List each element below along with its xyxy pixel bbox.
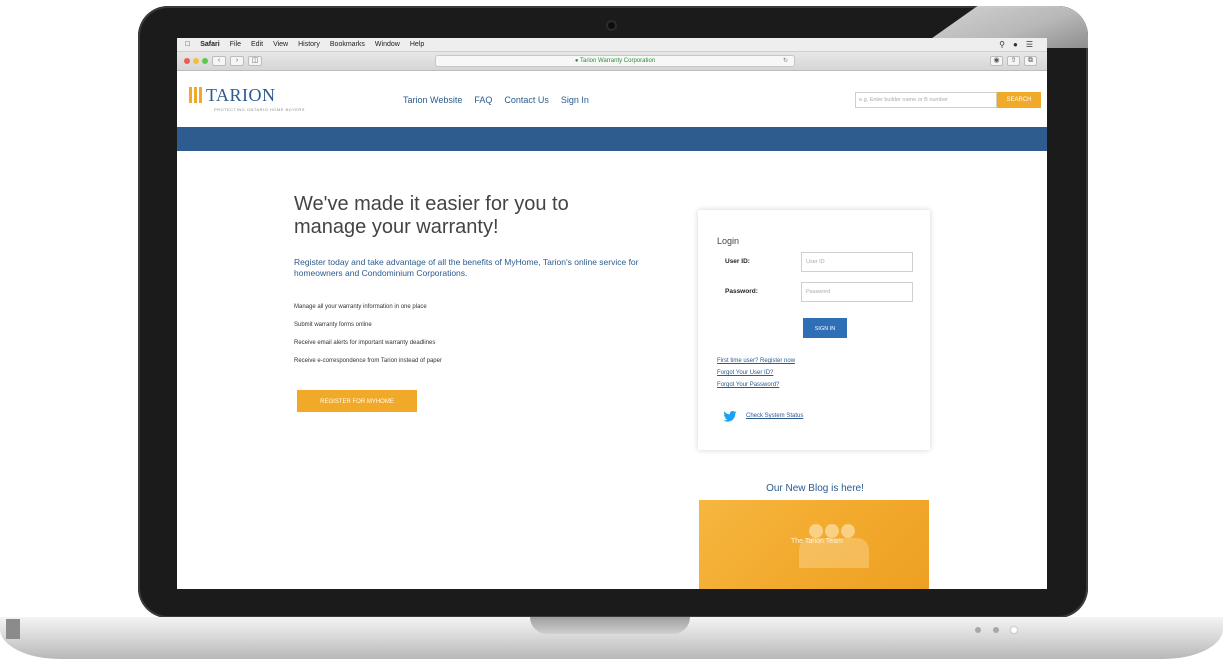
intro-text: Register today and take advantage of all… (294, 257, 639, 278)
logo-tagline: PROTECTING ONTARIO HOME BUYERS (214, 107, 305, 112)
menu-edit[interactable]: Edit (251, 41, 263, 48)
toolbar-right-buttons: ◉ ⇧ ⧉ (990, 56, 1037, 66)
search-button[interactable]: SEARCH (997, 92, 1041, 108)
apple-icon[interactable]:  (185, 41, 190, 48)
user-id-input[interactable]: User ID (801, 252, 913, 272)
page-headline: We've made it easier for you to manage y… (294, 193, 569, 238)
address-text: Tarion Warranty Corporation (580, 58, 656, 64)
blog-image-caption: The Tarion Team (791, 538, 843, 545)
user-id-label: User ID: (725, 258, 750, 265)
nav-tarion-website[interactable]: Tarion Website (403, 95, 462, 105)
minimize-window-button[interactable] (193, 58, 199, 64)
laptop-lid:  Safari File Edit View History Bookmark… (138, 6, 1088, 618)
tarion-logo[interactable]: TARION PROTECTING ONTARIO HOME BUYERS (189, 85, 304, 112)
login-title: Login (717, 236, 740, 246)
header-blue-band (177, 127, 1047, 151)
site-header: TARION PROTECTING ONTARIO HOME BUYERS Ta… (177, 71, 1047, 127)
blog-title: Our New Blog is here! (766, 483, 864, 494)
zoom-window-button[interactable] (202, 58, 208, 64)
builder-search-input[interactable]: e.g. Enter builder name or B number (855, 92, 997, 108)
benefits-list: Manage all your warranty information in … (294, 302, 442, 374)
benefit-item: Receive email alerts for important warra… (294, 340, 436, 346)
reload-icon[interactable]: ↻ (783, 56, 788, 67)
status-leds (975, 627, 1017, 633)
logo-bars-icon (189, 87, 202, 103)
menu-history[interactable]: History (298, 41, 320, 48)
screen:  Safari File Edit View History Bookmark… (177, 38, 1047, 589)
menubar-status-icons: ⚲ ● ☰ (999, 40, 1047, 49)
forgot-password-link[interactable]: Forgot Your Password? (717, 379, 795, 391)
blog-image[interactable]: The Tarion Team (699, 500, 929, 589)
nav-contact-us[interactable]: Contact Us (504, 95, 549, 105)
close-window-button[interactable] (184, 58, 190, 64)
window-controls (184, 58, 208, 64)
webcam (608, 22, 615, 29)
browser-toolbar: ‹ › ◫ ● Tarion Warranty Corporation ↻ ◉ … (177, 52, 1047, 71)
nav-sign-in[interactable]: Sign In (561, 95, 589, 105)
sign-in-button[interactable]: SIGN IN (803, 318, 847, 338)
benefit-item: Submit warranty forms online (294, 322, 372, 328)
check-system-status-link[interactable]: Check System Status (746, 413, 803, 419)
login-card: Login User ID: User ID Password: Passwor… (698, 210, 930, 450)
nav-faq[interactable]: FAQ (474, 95, 492, 105)
blog-image-faces (809, 524, 855, 538)
menu-help[interactable]: Help (410, 41, 424, 48)
notification-center-icon[interactable]: ☰ (1026, 40, 1033, 49)
main-nav: Tarion Website FAQ Contact Us Sign In (403, 95, 589, 105)
menu-bookmarks[interactable]: Bookmarks (330, 41, 365, 48)
extension-icon[interactable]: ◉ (990, 56, 1003, 66)
laptop-base (0, 617, 1223, 659)
back-button[interactable]: ‹ (212, 56, 226, 66)
password-input[interactable]: Password (801, 282, 913, 302)
spotlight-icon[interactable]: ⚲ (999, 40, 1005, 49)
twitter-icon[interactable] (723, 411, 737, 422)
menu-file[interactable]: File (230, 41, 241, 48)
register-button[interactable]: REGISTER FOR MYHOME (297, 390, 417, 412)
login-links: First time user? Register now Forgot You… (717, 355, 795, 391)
base-opening-notch (530, 617, 690, 634)
menu-window[interactable]: Window (375, 41, 400, 48)
sidebar-toggle-button[interactable]: ◫ (248, 56, 262, 66)
address-bar[interactable]: ● Tarion Warranty Corporation ↻ (435, 55, 795, 67)
tabs-icon[interactable]: ⧉ (1024, 56, 1037, 66)
mac-menu-bar:  Safari File Edit View History Bookmark… (177, 38, 1047, 52)
menu-view[interactable]: View (273, 41, 288, 48)
base-left-port (6, 619, 20, 639)
forward-button[interactable]: › (230, 56, 244, 66)
user-icon[interactable]: ● (1013, 40, 1018, 49)
benefit-item: Receive e-correspondence from Tarion ins… (294, 358, 442, 364)
register-now-link[interactable]: First time user? Register now (717, 355, 795, 367)
forgot-user-id-link[interactable]: Forgot Your User ID? (717, 367, 795, 379)
menu-safari[interactable]: Safari (200, 41, 219, 48)
logo-text: TARION (206, 85, 276, 105)
password-label: Password: (725, 288, 758, 295)
benefit-item: Manage all your warranty information in … (294, 304, 427, 310)
share-icon[interactable]: ⇧ (1007, 56, 1020, 66)
